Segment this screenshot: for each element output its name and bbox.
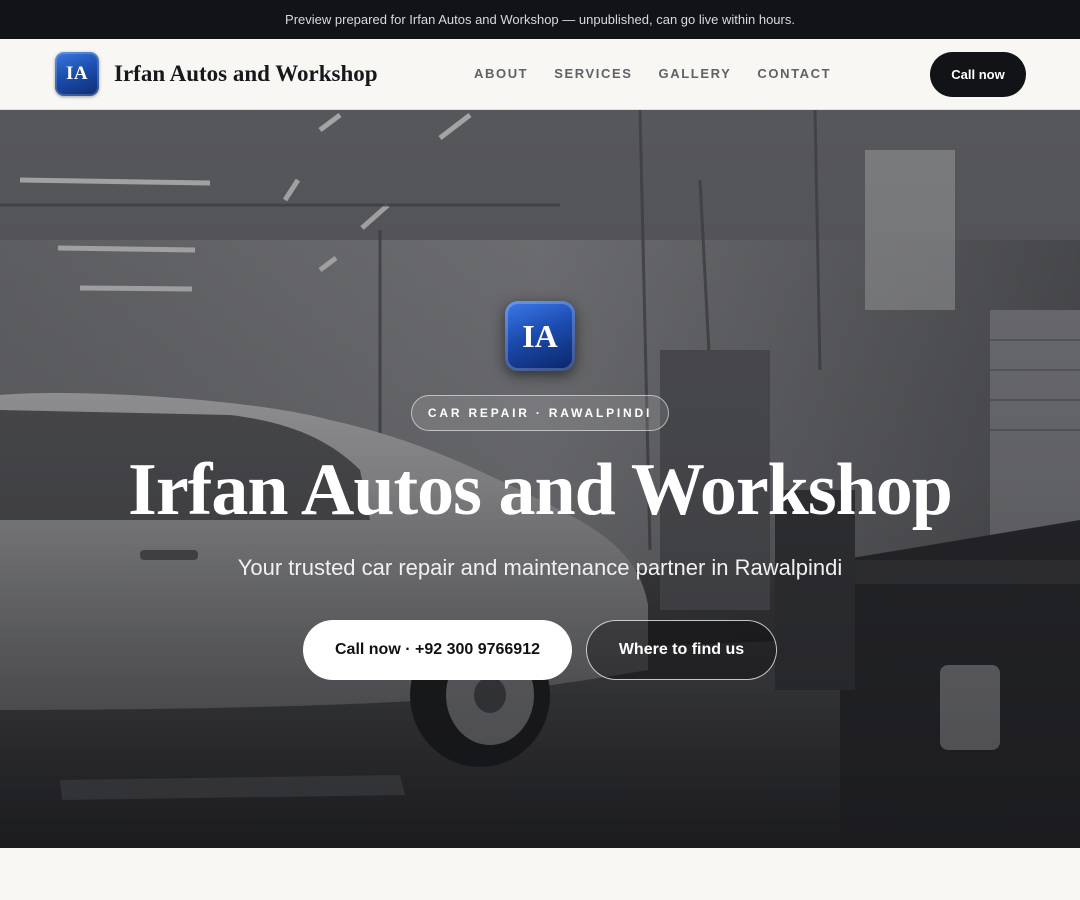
next-section [0,848,1080,900]
nav-link-about[interactable]: ABOUT [474,66,528,81]
call-phone-button[interactable]: Call now · +92 300 9766912 [303,620,572,680]
hero-category-tag: CAR REPAIR · RAWALPINDI [411,395,669,431]
brand-name[interactable]: Irfan Autos and Workshop [114,61,378,87]
preview-banner: Preview prepared for Irfan Autos and Wor… [0,0,1080,39]
nav-link-gallery[interactable]: GALLERY [659,66,732,81]
call-now-button[interactable]: Call now [930,52,1026,97]
hero-subtitle: Your trusted car repair and maintenance … [237,555,843,580]
logo-badge[interactable]: IA [55,52,99,96]
logo-initials: IA [65,63,89,84]
hero-logo-initials: IA [522,317,558,354]
nav-link-contact[interactable]: CONTACT [757,66,831,81]
hero-title: Irfan Autos and Workshop [128,449,953,531]
hero-logo-badge: IA [505,301,575,371]
hero-section: IA CAR REPAIR · RAWALPINDI Irfan Autos a… [0,110,1080,848]
site-header: IA Irfan Autos and Workshop ABOUT SERVIC… [0,39,1080,110]
main-nav: ABOUT SERVICES GALLERY CONTACT [474,66,857,81]
nav-link-services[interactable]: SERVICES [554,66,632,81]
preview-banner-text: Preview prepared for Irfan Autos and Wor… [285,12,795,27]
find-us-button[interactable]: Where to find us [586,620,777,680]
